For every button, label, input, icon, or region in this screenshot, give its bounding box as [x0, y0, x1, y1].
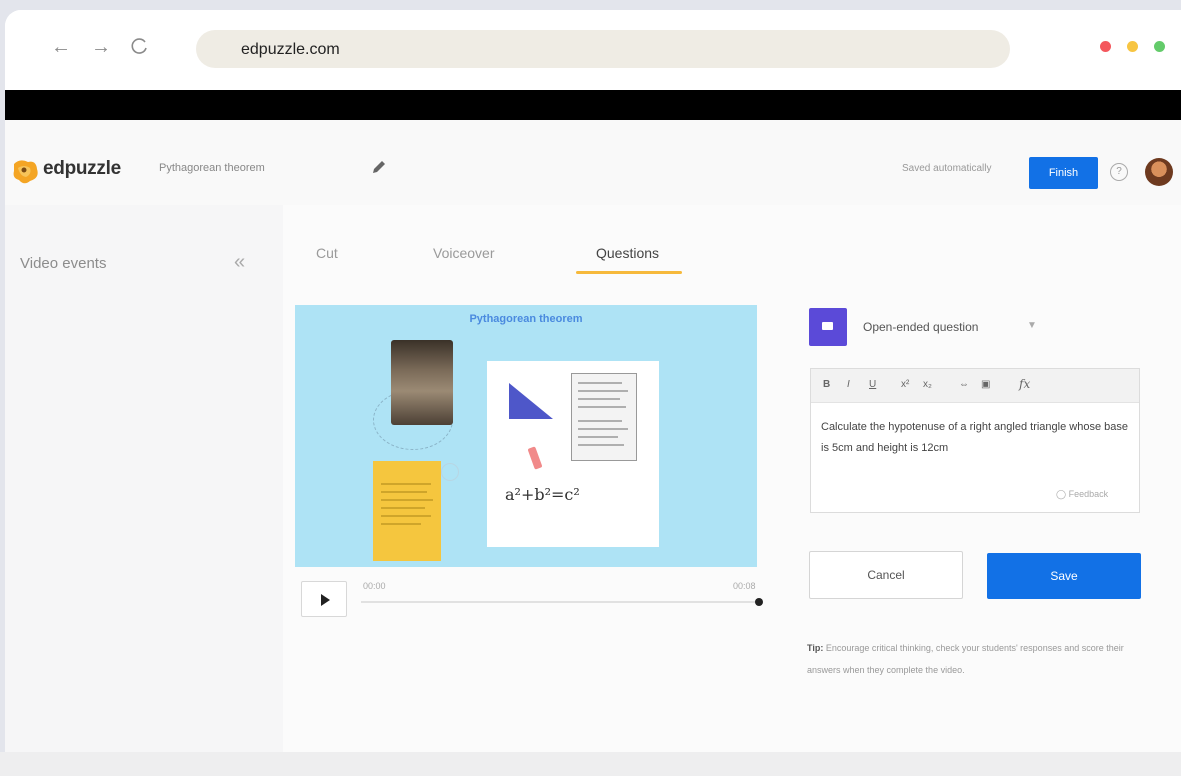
question-circle-icon[interactable]: ? [1110, 163, 1128, 181]
tab-cut[interactable]: Cut [316, 245, 338, 261]
format-toolbar: B I U x² x₂ ⇔ ▣ fx [811, 369, 1139, 403]
lightbulb-icon [441, 463, 459, 481]
feedback-label: Feedback [1068, 489, 1109, 499]
save-button[interactable]: Save [987, 553, 1141, 599]
red-dot-icon [1100, 41, 1111, 52]
browser-window: ← → edpuzzle.com edpuzzle Pythagorean th… [5, 10, 1181, 776]
yellow-dot-icon [1127, 41, 1138, 52]
chevron-down-icon[interactable]: ▼ [1027, 320, 1037, 331]
bottom-strip [0, 752, 1181, 776]
browser-bar: ← → edpuzzle.com [5, 10, 1181, 90]
tip-body: Encourage critical thinking, check your … [807, 643, 1124, 675]
italic-button[interactable]: I [847, 379, 850, 390]
triangle-shape [509, 383, 553, 419]
video-events-sidebar: Video events « [5, 205, 283, 776]
black-bar [5, 90, 1181, 120]
video-controls: 00:00 00:08 [295, 567, 763, 617]
video-title[interactable]: Pythagorean theorem [159, 162, 265, 174]
formula-icon[interactable]: fx [1019, 377, 1030, 391]
progress-track[interactable] [361, 601, 759, 603]
reload-icon[interactable] [129, 36, 151, 58]
link-icon[interactable]: ⇔ [959, 379, 969, 390]
time-start: 00:00 [363, 581, 386, 591]
feedback-icon: ◯ [1056, 489, 1067, 499]
edpuzzle-logo-icon [13, 160, 38, 184]
formula-text: a²+b²=c² [505, 485, 580, 504]
url-text: edpuzzle.com [241, 41, 340, 58]
sticky-note [373, 461, 441, 561]
pythagoras-statue-image [391, 340, 453, 425]
tip-prefix: Tip: [807, 643, 824, 653]
pencil-icon[interactable] [369, 157, 389, 177]
question-text[interactable]: Calculate the hypotenuse of a right angl… [821, 417, 1131, 459]
tab-questions[interactable]: Questions [596, 245, 659, 261]
cancel-button[interactable]: Cancel [809, 551, 963, 599]
pen-icon [527, 446, 543, 470]
slide-title: Pythagorean theorem [469, 313, 583, 325]
time-end: 00:08 [733, 581, 756, 591]
notecard [571, 373, 637, 461]
feedback-link[interactable]: ◯ Feedback [1056, 489, 1108, 500]
subscript-button[interactable]: x₂ [923, 379, 932, 390]
tab-voiceover[interactable]: Voiceover [433, 245, 494, 261]
active-tab-indicator [576, 271, 682, 274]
edpuzzle-app: edpuzzle Pythagorean theorem Saved autom… [5, 120, 1181, 776]
saved-status: Saved automatically [902, 163, 992, 174]
editor-main: Cut Voiceover Questions Pythagorean theo… [283, 205, 1181, 776]
tip-text: Tip: Encourage critical thinking, check … [807, 637, 1147, 681]
arrow-right-icon[interactable]: → [90, 36, 112, 58]
app-header: edpuzzle Pythagorean theorem Saved autom… [5, 120, 1181, 205]
finish-button[interactable]: Finish [1029, 157, 1098, 189]
avatar[interactable] [1145, 158, 1173, 186]
comment-icon [809, 308, 847, 346]
play-button[interactable] [301, 581, 347, 617]
chevrons-left-icon[interactable]: « [234, 251, 245, 274]
whiteboard-paper: a²+b²=c² [487, 361, 659, 547]
question-type-select[interactable]: Open-ended question [863, 320, 978, 334]
green-dot-icon [1154, 41, 1165, 52]
superscript-button[interactable]: x² [901, 379, 909, 390]
address-bar[interactable]: edpuzzle.com [196, 30, 1010, 68]
question-editor[interactable]: B I U x² x₂ ⇔ ▣ fx Calculate the hypoten… [810, 368, 1140, 513]
video-player[interactable]: Pythagorean theorem a²+b²=c² [295, 305, 757, 567]
logo-text[interactable]: edpuzzle [43, 158, 121, 180]
progress-knob[interactable] [755, 598, 763, 606]
arrow-left-icon[interactable]: ← [50, 36, 72, 58]
bold-button[interactable]: B [823, 379, 830, 390]
underline-button[interactable]: U [869, 379, 876, 390]
image-icon[interactable]: ▣ [981, 379, 990, 390]
sidebar-title: Video events [20, 255, 107, 272]
